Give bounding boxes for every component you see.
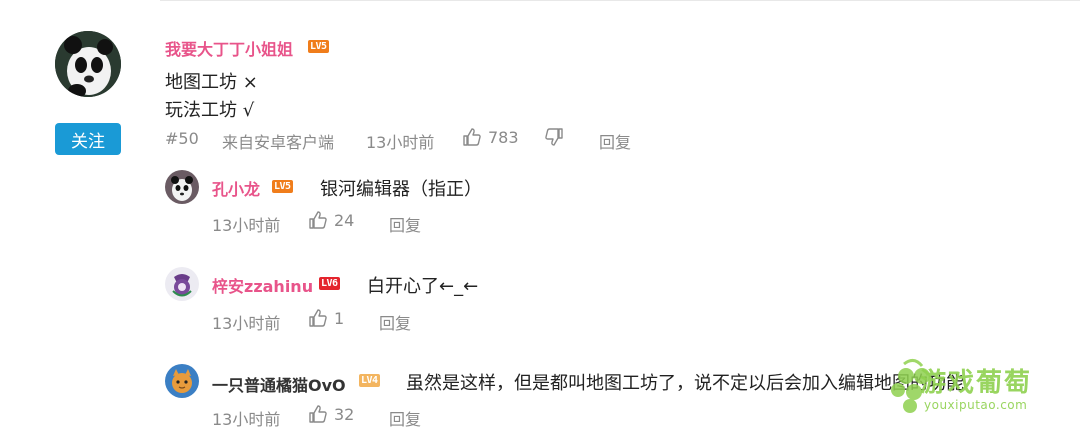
cat-avatar-icon [165,364,199,398]
reply-button[interactable]: 回复 [599,129,631,153]
thumb-up-icon [462,127,482,147]
dislike-button[interactable] [544,127,570,147]
panda-avatar-icon [55,31,121,97]
like-count: 24 [334,210,355,230]
like-button[interactable]: 783 [462,127,519,147]
post-time: 13小时前 [366,133,435,152]
thumb-up-icon [308,210,328,230]
like-count: 32 [334,404,355,424]
like-button[interactable]: 24 [308,210,354,230]
reply-text: 虽然是这样，但是都叫地图工坊了，说不定以后会加入编辑地图的功能 [406,373,964,394]
like-count: 783 [488,127,519,147]
like-button[interactable]: 32 [308,404,354,424]
like-button[interactable]: 1 [308,308,344,328]
post-line-2: 玩法工坊 √ [165,100,255,121]
top-divider [160,0,1080,1]
thumb-down-icon [544,127,564,147]
level-badge: LV5 [272,180,293,193]
watermark-url: youxiputao.com [924,398,1028,412]
watermark-name: 游戏葡萄 [920,368,1033,398]
reply-time: 13小时前 [212,314,281,333]
reply-text: 银河编辑器（指正） [320,179,482,200]
panda-avatar-icon [165,170,199,204]
reply-button[interactable]: 回复 [389,212,421,236]
floor-number: #50 [165,129,199,148]
reply-button[interactable]: 回复 [389,406,421,430]
post-line-1: 地图工坊 × [165,72,258,93]
reply-username[interactable]: 一只普通橘猫OvO [212,372,346,396]
like-count: 1 [334,308,345,328]
avatar[interactable] [55,31,121,97]
post-source: 来自安卓客户端 [222,133,335,152]
reply-username[interactable]: 梓安zzahinu [212,273,313,297]
avatar[interactable] [165,267,199,301]
reply-username[interactable]: 孔小龙 [212,176,260,200]
thumb-up-icon [308,404,328,424]
level-badge: LV4 [359,374,380,387]
reply-time: 13小时前 [212,410,281,429]
level-badge: LV6 [319,277,340,290]
follow-button[interactable]: 关注 [55,123,121,155]
reply-button[interactable]: 回复 [379,310,411,334]
post-username[interactable]: 我要大丁丁小姐姐 [165,36,293,60]
thumb-up-icon [308,308,328,328]
cartoon-avatar-icon [165,267,199,301]
avatar[interactable] [165,170,199,204]
reply-text: 白开心了←_← [367,276,479,297]
level-badge: LV5 [308,40,329,53]
reply-time: 13小时前 [212,216,281,235]
avatar[interactable] [165,364,199,398]
